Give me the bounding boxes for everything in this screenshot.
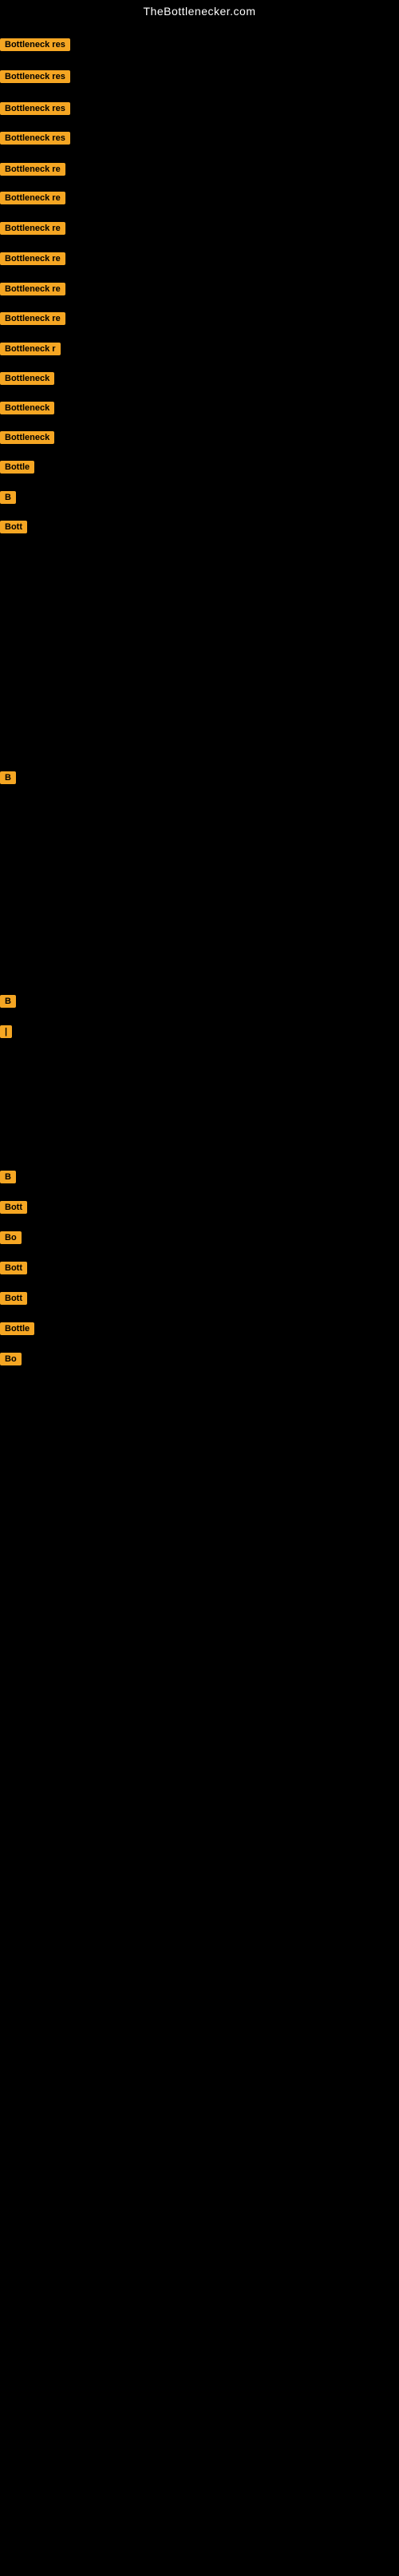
bottleneck-badge-b3: Bottleneck res [0,102,70,115]
bottleneck-badge-b11: Bottleneck r [0,343,61,355]
bottleneck-badge-b5: Bottleneck re [0,163,65,176]
bottleneck-badge-b13: Bottleneck [0,402,54,414]
badges-container: Bottleneck res Bottleneck res Bottleneck r… [0,21,399,2576]
site-title: TheBottlenecker.com [0,0,399,21]
bottleneck-badge-b6: Bottleneck re [0,192,65,204]
bottleneck-badge-b7: Bottleneck re [0,222,65,235]
bottleneck-badge-b12: Bottleneck [0,372,54,385]
bottleneck-badge-b19: B [0,995,16,1008]
bottleneck-badge-b27: Bo [0,1353,22,1365]
bottleneck-badge-b24: Bott [0,1262,27,1274]
bottleneck-badge-b4: Bottleneck res [0,132,70,145]
bottleneck-badge-b10: Bottleneck re [0,312,65,325]
bottleneck-badge-b9: Bottleneck re [0,283,65,295]
bottleneck-badge-b16: B [0,491,16,504]
bottleneck-badge-b14: Bottleneck [0,431,54,444]
bottleneck-badge-b1: Bottleneck res [0,38,70,51]
bottleneck-badge-b20: | [0,1025,12,1038]
bottleneck-badge-b17: Bott [0,521,27,533]
bottleneck-badge-b26: Bottle [0,1322,34,1335]
bottleneck-badge-b23: Bo [0,1231,22,1244]
bottleneck-badge-b22: Bott [0,1201,27,1214]
bottleneck-badge-b25: Bott [0,1292,27,1305]
bottleneck-badge-b18: B [0,771,16,784]
bottleneck-badge-b15: Bottle [0,461,34,474]
bottleneck-badge-b21: B [0,1171,16,1183]
bottleneck-badge-b2: Bottleneck res [0,70,70,83]
bottleneck-badge-b8: Bottleneck re [0,252,65,265]
